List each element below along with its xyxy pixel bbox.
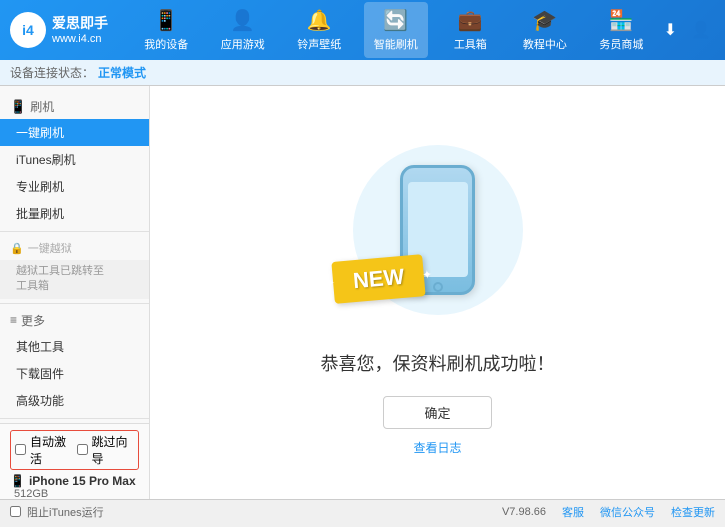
skip-guide-label: 跳过向导 bbox=[92, 433, 135, 467]
footer-left: 阻止iTunes运行 bbox=[10, 504, 104, 520]
tutorial-label: 教程中心 bbox=[523, 36, 567, 52]
version-label: V7.98.66 bbox=[502, 506, 546, 518]
sidebar-divider-2 bbox=[0, 303, 149, 304]
nav-items: 📱 我的设备 👤 应用游戏 🔔 铃声壁纸 🔄 智能刷机 💼 工具箱 🎓 教程中心… bbox=[128, 2, 660, 58]
sidebar-divider-1 bbox=[0, 231, 149, 232]
device-name-text: iPhone 15 Pro Max bbox=[29, 474, 136, 488]
content-area: ✦ ✦ ✦ NEW ✦ 恭喜您，保资料刷机成功啦！ 确定 查看日志 bbox=[150, 86, 725, 499]
toolbox-label: 工具箱 bbox=[454, 36, 487, 52]
more-label: 更多 bbox=[21, 312, 45, 329]
logo-icon: i4 bbox=[10, 12, 46, 48]
flash-section-label: 刷机 bbox=[30, 98, 54, 115]
apps-games-icon: 👤 bbox=[230, 8, 255, 33]
footer-check-update[interactable]: 检查更新 bbox=[671, 504, 715, 520]
footer-right: V7.98.66 客服 微信公众号 检查更新 bbox=[502, 504, 715, 520]
new-star-left: ✦ bbox=[324, 275, 335, 290]
skip-guide-checkbox[interactable] bbox=[77, 444, 88, 455]
apps-games-label: 应用游戏 bbox=[221, 36, 265, 52]
new-banner: ✦ NEW ✦ bbox=[331, 254, 426, 304]
sidebar-item-advanced[interactable]: 高级功能 bbox=[0, 387, 149, 414]
brand-name: 爱思即手 bbox=[52, 14, 108, 32]
business-label: 务员商城 bbox=[599, 36, 643, 52]
sidebar-divider-3 bbox=[0, 418, 149, 419]
more-section-header: ≡ 更多 bbox=[0, 308, 149, 333]
tutorial-icon: 🎓 bbox=[532, 8, 557, 33]
logo: i4 爱思即手 www.i4.cn bbox=[10, 12, 108, 48]
smart-flash-icon: 🔄 bbox=[383, 8, 408, 33]
toolbox-icon: 💼 bbox=[458, 8, 483, 33]
stop-itunes-checkbox[interactable] bbox=[10, 506, 21, 517]
ringtones-icon: 🔔 bbox=[307, 8, 332, 33]
sidebar: 📱 刷机 一键刷机 iTunes刷机 专业刷机 批量刷机 🔒 一键越狱 越狱工具… bbox=[0, 86, 150, 499]
sidebar-item-pro-flash[interactable]: 专业刷机 bbox=[0, 173, 149, 200]
my-device-label: 我的设备 bbox=[144, 36, 188, 52]
phone-illustration: ✦ ✦ ✦ NEW ✦ bbox=[348, 130, 528, 330]
status-prefix: 设备连接状态： bbox=[10, 64, 94, 81]
log-link[interactable]: 查看日志 bbox=[413, 439, 461, 456]
new-text: NEW bbox=[351, 263, 404, 292]
brand-url: www.i4.cn bbox=[52, 32, 108, 46]
sparkle-topleft: ✦ bbox=[368, 150, 380, 167]
device-options-row: 自动激活 跳过向导 bbox=[10, 430, 139, 470]
phone-home-button bbox=[433, 282, 443, 292]
nav-my-device[interactable]: 📱 我的设备 bbox=[134, 2, 198, 58]
sidebar-item-download-firmware[interactable]: 下载固件 bbox=[0, 360, 149, 387]
sidebar-item-one-click-flash[interactable]: 一键刷机 bbox=[0, 119, 149, 146]
disabled-label: 一键越狱 bbox=[28, 240, 72, 256]
nav-toolbox[interactable]: 💼 工具箱 bbox=[440, 2, 500, 58]
main-layout: 📱 刷机 一键刷机 iTunes刷机 专业刷机 批量刷机 🔒 一键越狱 越狱工具… bbox=[0, 86, 725, 499]
auto-activate-checkbox[interactable] bbox=[15, 444, 26, 455]
auto-activate-label: 自动激活 bbox=[30, 433, 73, 467]
flash-section-header: 📱 刷机 bbox=[0, 94, 149, 119]
logo-text: 爱思即手 www.i4.cn bbox=[52, 14, 108, 46]
nav-business[interactable]: 🏪 务员商城 bbox=[589, 2, 653, 58]
lock-icon: 🔒 bbox=[10, 242, 24, 255]
business-icon: 🏪 bbox=[609, 8, 634, 33]
device-name-row: 📱 iPhone 15 Pro Max bbox=[10, 474, 139, 488]
nav-tutorial[interactable]: 🎓 教程中心 bbox=[513, 2, 577, 58]
nav-smart-flash[interactable]: 🔄 智能刷机 bbox=[364, 2, 428, 58]
flash-section-icon: 📱 bbox=[10, 99, 26, 115]
sidebar-item-batch-flash[interactable]: 批量刷机 bbox=[0, 200, 149, 227]
device-icon: 📱 bbox=[10, 474, 25, 488]
footer-customer-service[interactable]: 客服 bbox=[562, 504, 584, 520]
status-bar: 设备连接状态： 正常模式 bbox=[0, 60, 725, 86]
status-value: 正常模式 bbox=[98, 64, 146, 81]
device-panel: 自动激活 跳过向导 📱 iPhone 15 Pro Max 512GB iPho… bbox=[0, 423, 149, 499]
footer: 阻止iTunes运行 V7.98.66 客服 微信公众号 检查更新 bbox=[0, 499, 725, 523]
user-btn[interactable]: 👤 bbox=[687, 16, 715, 44]
device-storage: 512GB bbox=[10, 488, 139, 499]
new-star-right: ✦ bbox=[421, 267, 432, 282]
sparkle-topright: ✦ bbox=[486, 145, 498, 162]
download-btn[interactable]: ⬇ bbox=[660, 16, 681, 44]
more-icon: ≡ bbox=[10, 313, 17, 327]
nav-ringtones[interactable]: 🔔 铃声壁纸 bbox=[287, 2, 351, 58]
header-actions: ⬇ 👤 bbox=[660, 16, 715, 44]
header: i4 爱思即手 www.i4.cn 📱 我的设备 👤 应用游戏 🔔 铃声壁纸 🔄… bbox=[0, 0, 725, 60]
flash-section: 📱 刷机 一键刷机 iTunes刷机 专业刷机 批量刷机 bbox=[0, 94, 149, 227]
smart-flash-label: 智能刷机 bbox=[374, 36, 418, 52]
my-device-icon: 📱 bbox=[154, 8, 179, 33]
nav-apps-games[interactable]: 👤 应用游戏 bbox=[211, 2, 275, 58]
sidebar-item-itunes-flash[interactable]: iTunes刷机 bbox=[0, 146, 149, 173]
success-message: 恭喜您，保资料刷机成功啦！ bbox=[321, 350, 555, 376]
footer-wechat[interactable]: 微信公众号 bbox=[600, 504, 655, 520]
confirm-button[interactable]: 确定 bbox=[383, 396, 491, 429]
disabled-jailbreak-section: 🔒 一键越狱 bbox=[0, 236, 149, 260]
stop-itunes-label: 阻止iTunes运行 bbox=[27, 504, 104, 520]
disabled-note: 越狱工具已跳转至工具箱 bbox=[0, 260, 149, 299]
sidebar-item-other-tools[interactable]: 其他工具 bbox=[0, 333, 149, 360]
ringtones-label: 铃声壁纸 bbox=[297, 36, 341, 52]
